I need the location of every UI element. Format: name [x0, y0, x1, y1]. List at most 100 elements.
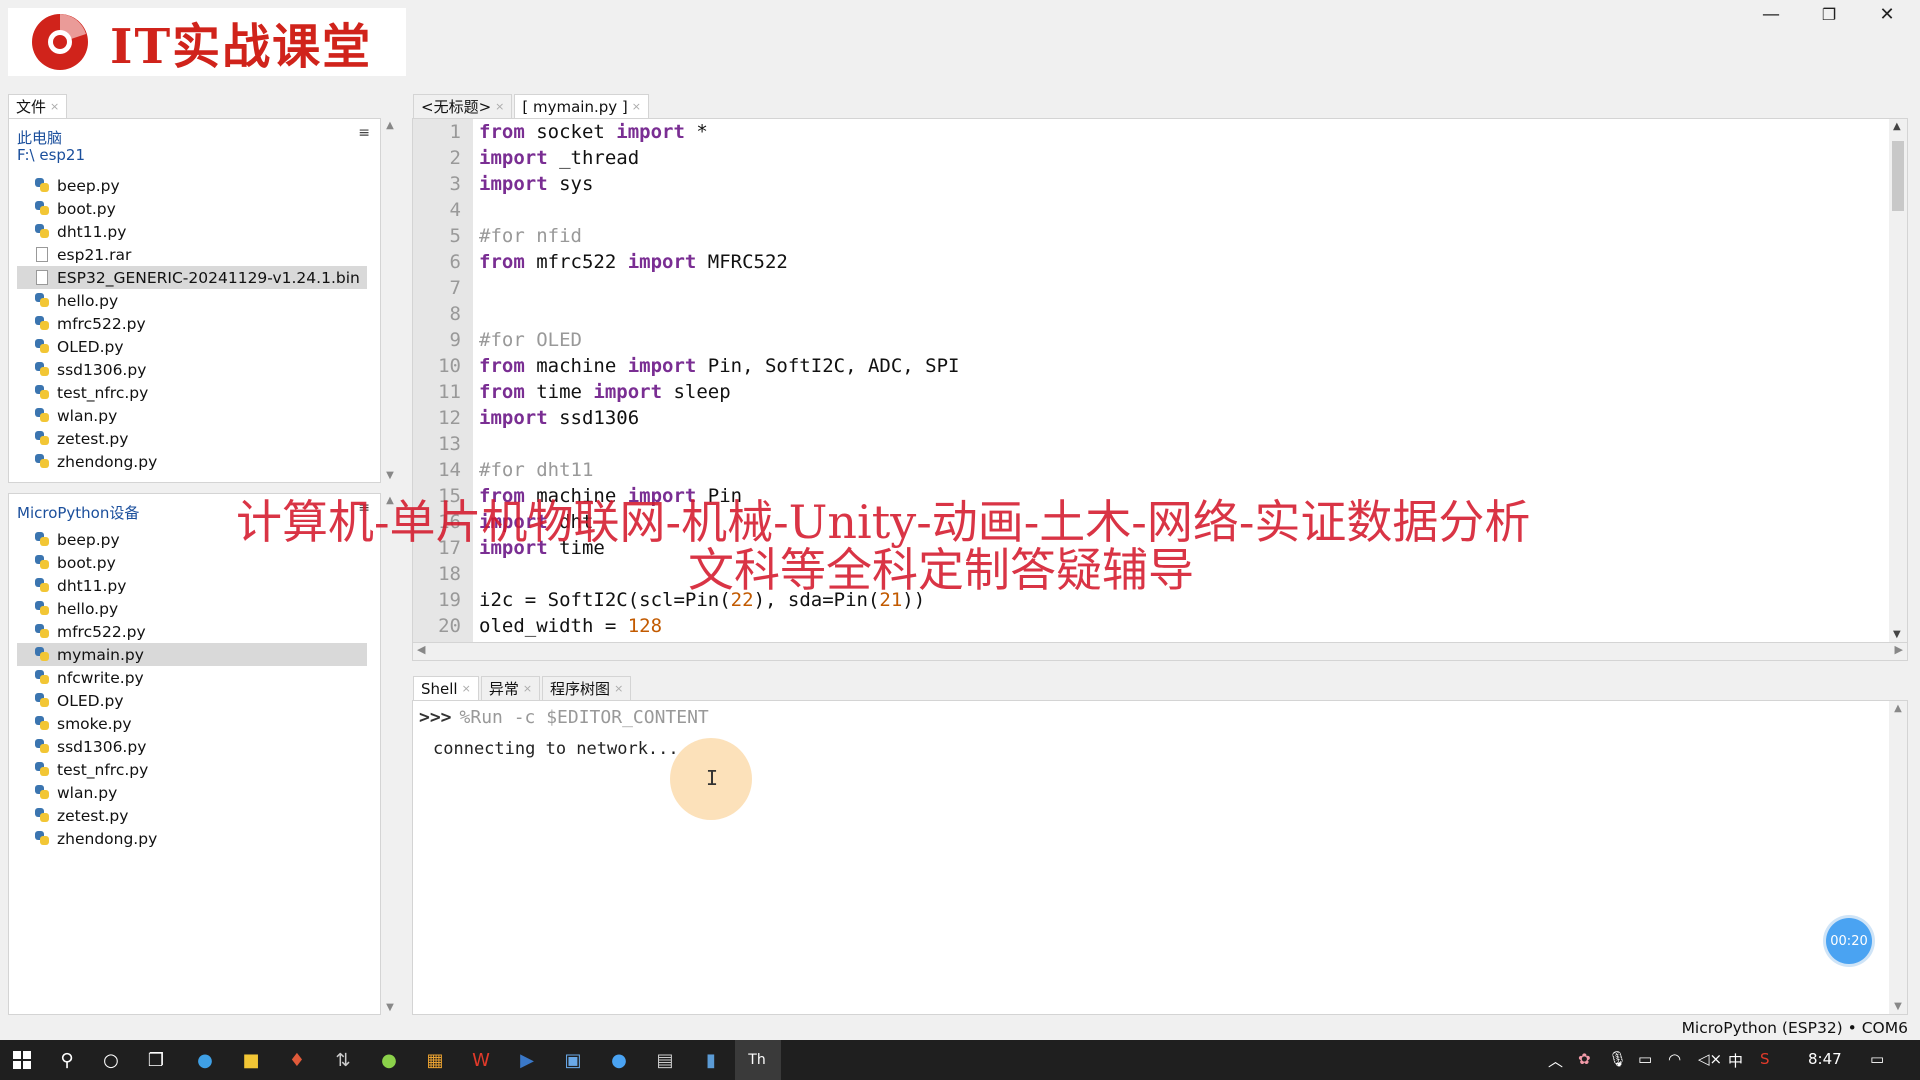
edge-browser-icon[interactable]: ● [193, 1048, 217, 1072]
wifi-icon[interactable]: ◠ [1668, 1050, 1681, 1068]
file-item[interactable]: hello.py [17, 289, 367, 312]
search-icon[interactable]: ⚲ [55, 1048, 79, 1072]
microphone-icon[interactable]: 🎙 [1608, 1050, 1627, 1068]
code-line[interactable]: import ssd1306 [479, 405, 1887, 431]
scroll-down-icon[interactable]: ▼ [1893, 629, 1901, 640]
code-line[interactable] [479, 301, 1887, 327]
code-line[interactable] [479, 275, 1887, 301]
scroll-left-icon[interactable]: ◀ [417, 643, 425, 656]
ime-indicator[interactable]: 中 [1728, 1050, 1743, 1071]
notepad-icon[interactable]: ▮ [699, 1048, 723, 1072]
editor-scroll-thumb[interactable] [1892, 141, 1904, 211]
scroll-right-icon[interactable]: ▶ [1895, 643, 1903, 656]
file-item[interactable]: zetest.py [17, 804, 367, 827]
code-line[interactable]: from mfrc522 import MFRC522 [479, 249, 1887, 275]
pane-menu-icon[interactable]: ≡ [358, 125, 370, 141]
shell-tab[interactable]: Shell × [413, 676, 479, 700]
file-item[interactable]: zhendong.py [17, 827, 367, 850]
file-item[interactable]: zetest.py [17, 427, 367, 450]
file-item[interactable]: test_nfrc.py [17, 381, 367, 404]
app-icon-6[interactable]: ● [607, 1048, 631, 1072]
code-line[interactable] [479, 197, 1887, 223]
windows-start-icon[interactable] [10, 1048, 34, 1072]
thonny-icon[interactable]: Th [745, 1048, 769, 1072]
file-item[interactable]: smoke.py [17, 712, 367, 735]
notification-icon[interactable]: ▭ [1870, 1050, 1884, 1068]
code-line[interactable]: from socket import * [479, 119, 1887, 145]
editor-scrollbar[interactable]: ▲ ▼ [1889, 119, 1907, 642]
editor-tab[interactable]: <无标题> × [413, 94, 513, 118]
close-icon[interactable]: × [523, 682, 532, 695]
scroll-down-icon[interactable]: ▼ [1891, 1001, 1905, 1012]
shell-scrollbar[interactable]: ▲ ▼ [1889, 701, 1907, 1014]
code-line[interactable]: oled_width = 128 [479, 613, 1887, 639]
file-item[interactable]: zhendong.py [17, 450, 367, 473]
maximize-button[interactable]: ❐ [1800, 0, 1858, 28]
volume-muted-icon[interactable]: ◁× [1698, 1050, 1722, 1068]
file-item[interactable]: wlan.py [17, 404, 367, 427]
file-item[interactable]: boot.py [17, 197, 367, 220]
code-line[interactable] [479, 431, 1887, 457]
tray-expand-icon[interactable]: ︿ [1548, 1050, 1563, 1071]
shell-tab[interactable]: 程序树图 × [542, 676, 632, 700]
scroll-up-icon[interactable]: ▲ [1893, 121, 1901, 132]
app-icon-1[interactable]: ♦ [285, 1048, 309, 1072]
shell-panel[interactable]: >>> %Run -c $EDITOR_CONTENT connecting to… [412, 700, 1908, 1015]
interpreter-status[interactable]: MicroPython (ESP32) • COM6 [1682, 1019, 1908, 1037]
app-icon-2[interactable]: ⇅ [331, 1048, 355, 1072]
sogou-ime-icon[interactable]: S [1760, 1050, 1770, 1068]
app-icon-4[interactable]: ▦ [423, 1048, 447, 1072]
scroll-up-icon[interactable]: ▲ [383, 120, 397, 131]
location-root[interactable]: 此电脑 [17, 127, 62, 148]
app-icon-3[interactable]: ● [377, 1048, 401, 1072]
file-item[interactable]: OLED.py [17, 689, 367, 712]
scroll-down-icon[interactable]: ▼ [383, 470, 397, 481]
file-item[interactable]: ssd1306.py [17, 358, 367, 381]
editor-tab[interactable]: [ mymain.py ] × [514, 94, 649, 118]
cortana-icon[interactable]: ○ [99, 1048, 123, 1072]
file-item[interactable]: mfrc522.py [17, 312, 367, 335]
file-item[interactable]: nfcwrite.py [17, 666, 367, 689]
tab-files[interactable]: 文件 × [8, 94, 68, 118]
location-path[interactable]: F:\ esp21 [17, 146, 85, 164]
code-line[interactable]: import sys [479, 171, 1887, 197]
device-title[interactable]: MicroPython设备 [17, 502, 139, 523]
battery-icon[interactable]: ▭ [1638, 1050, 1652, 1068]
file-item[interactable]: test_nfrc.py [17, 758, 367, 781]
file-item[interactable]: dht11.py [17, 574, 367, 597]
code-line[interactable]: #for OLED [479, 327, 1887, 353]
file-item[interactable]: mymain.py [17, 643, 367, 666]
scroll-up-icon[interactable]: ▲ [1891, 703, 1905, 714]
file-item[interactable]: ssd1306.py [17, 735, 367, 758]
code-line[interactable]: #for nfid [479, 223, 1887, 249]
close-icon[interactable]: × [632, 100, 641, 113]
editor-horizontal-scrollbar[interactable]: ◀ ▶ [412, 643, 1908, 661]
code-line[interactable]: #for dht11 [479, 457, 1887, 483]
file-item[interactable]: beep.py [17, 174, 367, 197]
shell-tab[interactable]: 异常 × [480, 676, 541, 700]
minimize-button[interactable]: — [1742, 0, 1800, 28]
app-icon-5[interactable]: ▣ [561, 1048, 585, 1072]
file-item[interactable]: mfrc522.py [17, 620, 367, 643]
file-item[interactable]: dht11.py [17, 220, 367, 243]
close-icon[interactable]: × [50, 100, 59, 113]
scroll-down-icon[interactable]: ▼ [383, 1002, 397, 1013]
code-line[interactable]: from machine import Pin, SoftI2C, ADC, S… [479, 353, 1887, 379]
clock[interactable]: 8:47 [1808, 1050, 1842, 1068]
file-item[interactable]: hello.py [17, 597, 367, 620]
code-line[interactable]: from time import sleep [479, 379, 1887, 405]
close-icon[interactable]: × [495, 100, 504, 113]
close-icon[interactable]: × [614, 682, 623, 695]
device-scrollbar[interactable]: ▲ ▼ [383, 493, 397, 1015]
wps-icon[interactable]: W [469, 1048, 493, 1072]
file-item[interactable]: wlan.py [17, 781, 367, 804]
file-item[interactable]: esp21.rar [17, 243, 367, 266]
files-scrollbar[interactable]: ▲ ▼ [383, 118, 397, 483]
app-icon-7[interactable]: ▤ [653, 1048, 677, 1072]
file-item[interactable]: OLED.py [17, 335, 367, 358]
file-item[interactable]: boot.py [17, 551, 367, 574]
file-explorer-icon[interactable]: ■ [239, 1048, 263, 1072]
terminal-icon[interactable]: ▶ [515, 1048, 539, 1072]
tray-app-icon[interactable]: ✿ [1578, 1050, 1591, 1068]
file-item[interactable]: ESP32_GENERIC-20241129-v1.24.1.bin [17, 266, 367, 289]
